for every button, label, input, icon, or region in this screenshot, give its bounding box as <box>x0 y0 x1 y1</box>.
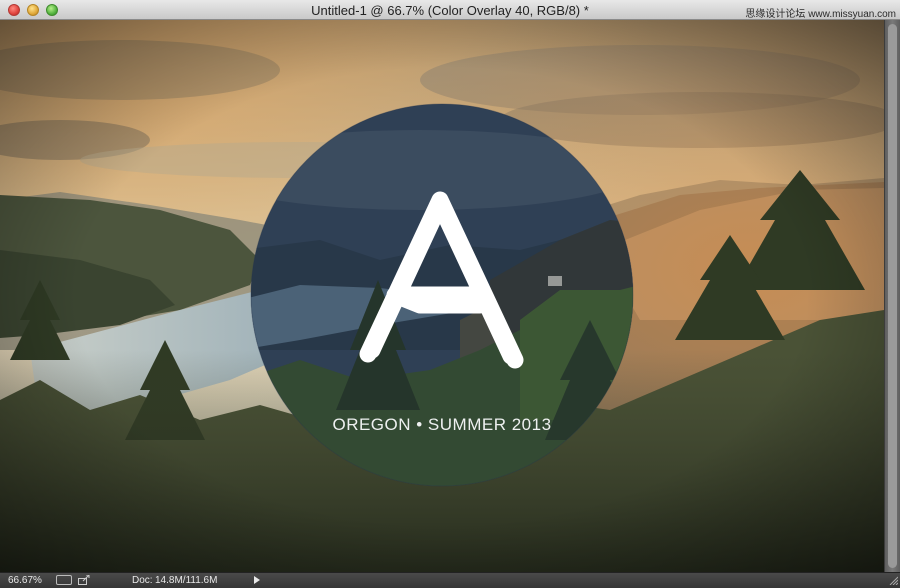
doc-size-label: Doc: <box>132 575 153 586</box>
watermark-text: 思缘设计论坛 www.missyuan.com <box>745 9 896 20</box>
menu-arrow-icon[interactable] <box>254 576 260 584</box>
doc-size-value: 14.8M/111.6M <box>155 575 218 586</box>
status-bar: 66.67% Doc: 14.8M/111.6M <box>0 572 900 588</box>
zoom-level[interactable]: 66.67% <box>8 575 42 586</box>
tagline-text: OREGON • SUMMER 2013 <box>332 415 551 434</box>
resize-grip-icon[interactable] <box>888 575 899 586</box>
scrollbar-thumb[interactable] <box>888 24 897 568</box>
vertical-scrollbar[interactable] <box>884 20 900 572</box>
window-titlebar: Untitled-1 @ 66.7% (Color Overlay 40, RG… <box>0 0 900 20</box>
share-icon[interactable] <box>56 575 72 585</box>
artwork-image: OREGON • SUMMER 2013 <box>0 20 884 572</box>
document-canvas[interactable]: OREGON • SUMMER 2013 <box>0 20 884 572</box>
export-icon[interactable] <box>78 574 90 588</box>
